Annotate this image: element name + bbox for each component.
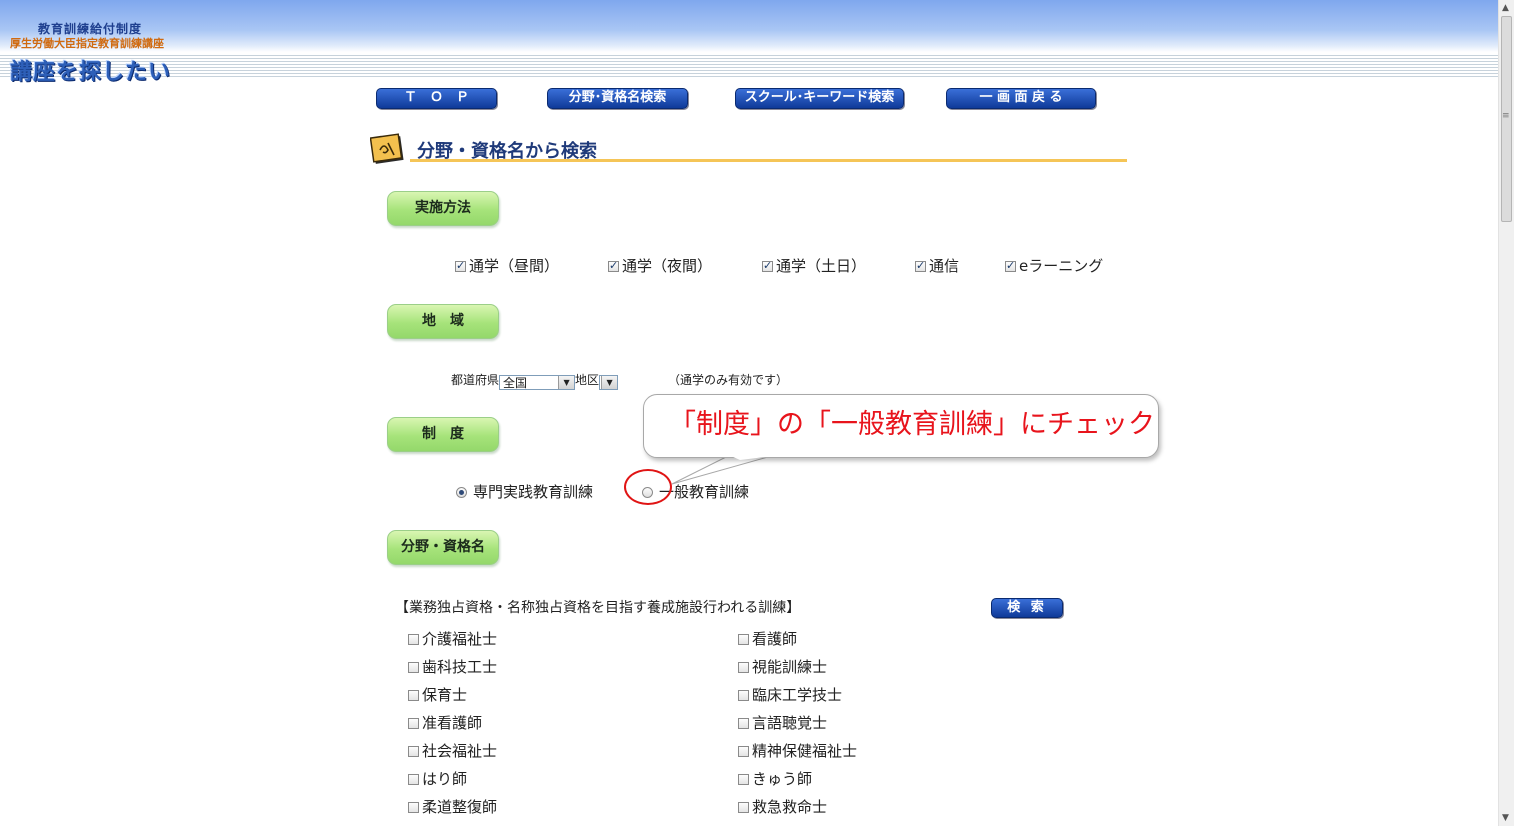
left-qualification-item-label: 柔道整復師: [422, 798, 498, 816]
left-qualification-item-label: 准看護師: [422, 714, 483, 732]
right-qualification-item-label: 臨床工学技士: [752, 686, 843, 704]
right-qualification-item-label: 看護師: [752, 630, 798, 648]
method-option-weekend[interactable]: 通学（土日）: [762, 255, 866, 276]
back-button[interactable]: 一 画 面 戻 る: [946, 88, 1096, 109]
field-search-button[interactable]: 分野･資格名検索: [547, 88, 688, 109]
highlight-circle: [624, 469, 672, 505]
scroll-up-icon[interactable]: ▲: [1502, 3, 1509, 13]
checkbox[interactable]: [738, 802, 749, 813]
left-qualification-item[interactable]: 社会福祉士: [408, 740, 497, 761]
region-note: （通学のみ有効です）: [668, 373, 789, 387]
prefecture-value: 全国: [503, 376, 528, 390]
system-option-professional-label: 専門実践教育訓練: [473, 483, 594, 501]
checkbox[interactable]: [408, 718, 419, 729]
prefecture-select[interactable]: 全国 ▼: [499, 375, 576, 390]
checkbox[interactable]: [738, 690, 749, 701]
school-keyword-search-button[interactable]: スクール･キーワード検索: [735, 88, 904, 109]
right-qualification-item-label: きゅう師: [752, 770, 813, 788]
right-qualification-item[interactable]: きゅう師: [738, 768, 812, 789]
system-label: 制 度: [387, 417, 499, 452]
left-qualification-item-label: 保育士: [422, 686, 468, 704]
right-qualification-item-label: 言語聴覚士: [752, 714, 828, 732]
district-label: 地区: [575, 373, 600, 387]
right-qualification-item[interactable]: 看護師: [738, 628, 797, 649]
left-qualification-item[interactable]: 准看護師: [408, 712, 482, 733]
system-option-professional[interactable]: 専門実践教育訓練: [456, 481, 593, 502]
right-qualification-item-label: 精神保健福祉士: [752, 742, 858, 760]
checkbox[interactable]: [408, 746, 419, 757]
district-select[interactable]: ▼: [599, 375, 619, 390]
field-label: 分野・資格名: [387, 530, 499, 565]
section-underline: [410, 159, 1127, 162]
top-button[interactable]: Ｔ Ｏ Ｐ: [376, 88, 497, 109]
radio-professional[interactable]: [456, 487, 467, 498]
chevron-down-icon[interactable]: ▼: [558, 376, 575, 389]
left-qualification-item-label: 社会福祉士: [422, 742, 498, 760]
right-qualification-item[interactable]: 臨床工学技士: [738, 684, 842, 705]
right-qualification-item[interactable]: 視能訓練士: [738, 656, 827, 677]
checkbox-day[interactable]: [455, 259, 466, 272]
checkbox[interactable]: [408, 802, 419, 813]
checkbox-elearning[interactable]: [1005, 259, 1016, 272]
method-option-day-label: 通学（昼間）: [469, 257, 560, 275]
checkbox[interactable]: [738, 746, 749, 757]
section-note-icon: [370, 133, 404, 164]
scroll-grip-icon: ≡: [1502, 111, 1510, 121]
chevron-down-icon[interactable]: ▼: [601, 376, 618, 389]
left-qualification-item[interactable]: 介護福祉士: [408, 628, 497, 649]
left-qualification-item[interactable]: 歯科技工士: [408, 656, 497, 677]
left-qualification-item-label: 歯科技工士: [422, 658, 498, 676]
left-qualification-item[interactable]: 保育士: [408, 684, 467, 705]
left-qualification-item[interactable]: 柔道整復師: [408, 796, 497, 817]
logo-line-2: 厚生労働大臣指定教育訓練講座: [10, 37, 164, 50]
checkbox[interactable]: [408, 690, 419, 701]
right-qualification-item[interactable]: 救急救命士: [738, 796, 827, 817]
region-label: 地 域: [387, 304, 499, 339]
checkbox[interactable]: [738, 718, 749, 729]
method-option-weekend-label: 通学（土日）: [776, 257, 867, 275]
left-qualification-item-label: 介護福祉士: [422, 630, 498, 648]
method-option-night[interactable]: 通学（夜間）: [608, 255, 712, 276]
left-qualification-item[interactable]: はり師: [408, 768, 467, 789]
system-option-general-label: 一般教育訓練: [659, 483, 750, 501]
vertical-scrollbar[interactable]: ▲ ≡ ▼: [1498, 0, 1514, 826]
checkbox-night[interactable]: [608, 259, 619, 272]
right-qualification-item[interactable]: 言語聴覚士: [738, 712, 827, 733]
site-header: [0, 0, 1498, 82]
method-option-elearning[interactable]: eラーニング: [1005, 255, 1103, 276]
right-qualification-item[interactable]: 精神保健福祉士: [738, 740, 857, 761]
checkbox[interactable]: [738, 662, 749, 673]
checkbox[interactable]: [408, 634, 419, 645]
logo-main-title: 講座を探したい: [10, 60, 172, 85]
region-row: 都道府県 全国 ▼ 地区 ▼: [451, 371, 619, 390]
method-option-correspondence[interactable]: 通信: [915, 255, 959, 276]
prefecture-label: 都道府県: [451, 373, 500, 387]
checkbox[interactable]: [408, 662, 419, 673]
method-option-elearning-label: eラーニング: [1019, 257, 1104, 275]
method-option-correspondence-label: 通信: [929, 257, 960, 275]
right-qualification-item-label: 視能訓練士: [752, 658, 828, 676]
right-qualification-item-label: 救急救命士: [752, 798, 828, 816]
method-option-night-label: 通学（夜間）: [622, 257, 713, 275]
checkbox-weekend[interactable]: [762, 259, 773, 272]
scroll-down-icon[interactable]: ▼: [1502, 813, 1509, 823]
method-option-day[interactable]: 通学（昼間）: [455, 255, 559, 276]
checkbox-correspondence[interactable]: [915, 259, 926, 272]
callout-text: 「制度」の「一般教育訓練」にチェック: [669, 409, 1155, 440]
checkbox[interactable]: [738, 774, 749, 785]
checkbox[interactable]: [408, 774, 419, 785]
checkbox[interactable]: [738, 634, 749, 645]
search-button[interactable]: 検 索: [991, 598, 1063, 618]
left-qualification-item-label: はり師: [422, 770, 468, 788]
method-label: 実施方法: [387, 191, 499, 226]
field-group-title: 【業務独占資格・名称独占資格を目指す養成施設行われる訓練】: [395, 600, 801, 616]
header-stripes: [0, 55, 1498, 79]
